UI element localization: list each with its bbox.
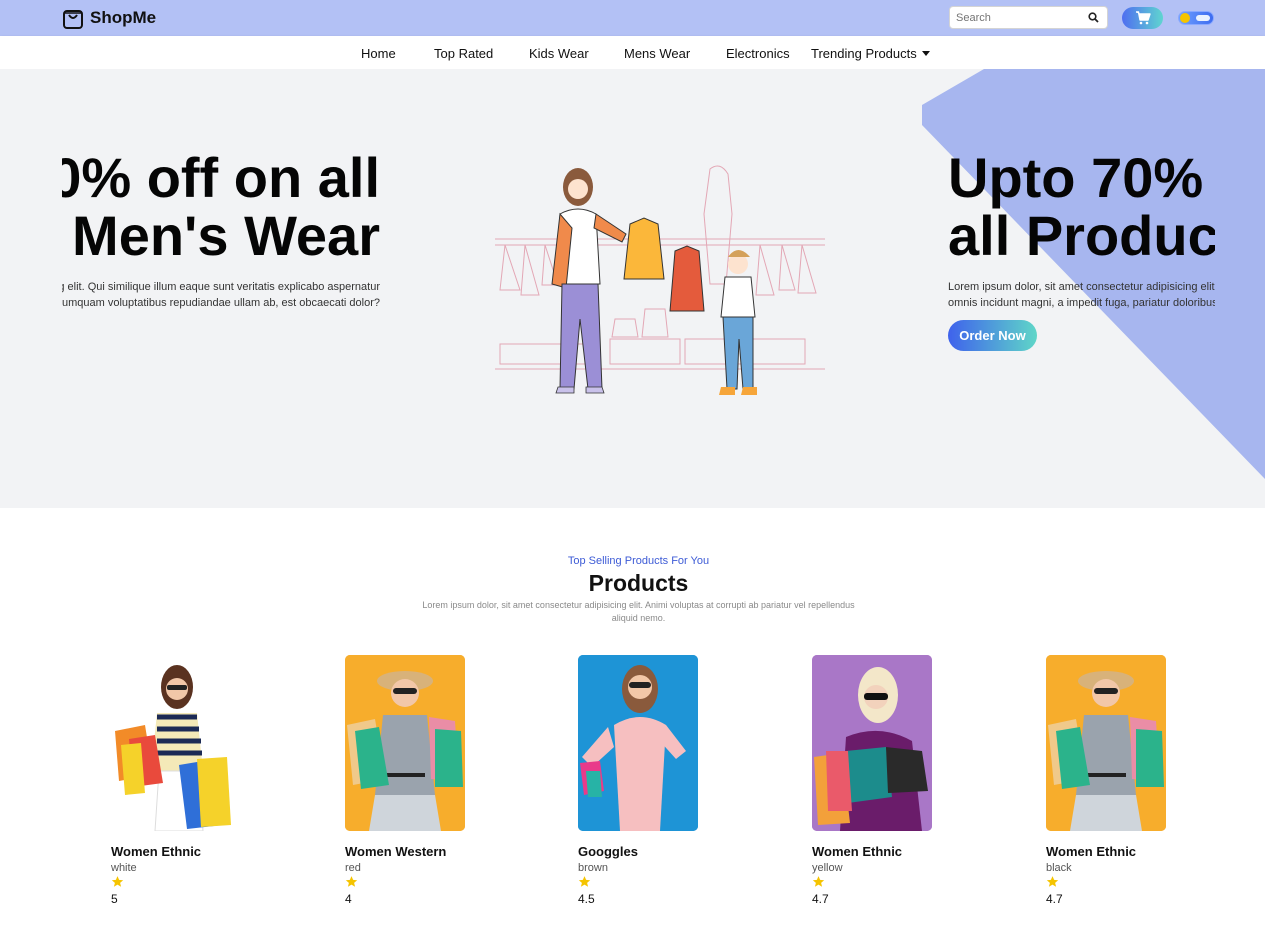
product-card[interactable]: Women Ethnic black 4.7 — [1046, 655, 1196, 915]
section-subtitle: Top Selling Products For You — [567, 555, 710, 567]
brand-logo[interactable]: ShopMe — [62, 6, 156, 30]
hero-title-line1: Upto 50% off on all — [62, 146, 380, 209]
product-color: red — [345, 862, 361, 874]
product-image[interactable] — [812, 655, 932, 831]
cart-button[interactable] — [1122, 7, 1163, 29]
product-color: yellow — [812, 862, 843, 874]
cloud-icon — [1196, 15, 1210, 21]
product-name: Women Ethnic — [812, 844, 903, 859]
hero-title-line1: Upto 70% off on — [948, 146, 1215, 209]
brand-name: ShopMe — [90, 8, 157, 27]
cart-icon — [1135, 11, 1151, 25]
search-box — [949, 6, 1108, 29]
search-icon[interactable] — [1088, 12, 1099, 23]
star-icon — [1046, 876, 1059, 887]
nav-item-home[interactable]: Home — [361, 46, 396, 61]
product-rating: 4 — [345, 892, 352, 906]
section-title: Products — [588, 570, 689, 596]
main-nav: Home Top Rated Kids Wear Mens Wear Elect… — [0, 36, 1265, 69]
product-image[interactable] — [578, 655, 698, 831]
section-description: Lorem ipsum dolor, sit amet consectetur … — [400, 599, 877, 625]
product-card[interactable]: Women Western red 4 — [345, 655, 495, 915]
section-description-line1: Lorem ipsum dolor, sit amet consectetur … — [422, 600, 855, 610]
hero-slide-previous: Upto 50% off on all Men's Wear Lorem ips… — [62, 69, 380, 508]
product-image[interactable] — [345, 655, 465, 831]
star-icon — [111, 876, 124, 887]
nav-item-electronics[interactable]: Electronics — [726, 46, 790, 61]
theme-toggle[interactable] — [1178, 11, 1214, 25]
top-bar: ShopMe — [0, 0, 1265, 36]
product-name: Women Ethnic — [1046, 844, 1137, 859]
sun-icon — [1180, 13, 1190, 23]
hero-desc-line1: Lorem ipsum dolor sit amet consectetur a… — [62, 281, 380, 293]
product-image[interactable] — [1046, 655, 1166, 831]
product-card[interactable]: Women Ethnic white 5 — [111, 655, 261, 915]
product-rating: 5 — [111, 892, 118, 906]
star-icon — [812, 876, 825, 887]
shopping-bag-icon — [63, 10, 83, 29]
trending-products-label: Trending Products — [811, 46, 917, 61]
product-card[interactable]: Women Ethnic yellow 4.7 — [812, 655, 962, 915]
product-card[interactable]: Googgles brown 4.5 — [578, 655, 728, 915]
product-color: white — [111, 862, 137, 874]
nav-item-kids-wear[interactable]: Kids Wear — [529, 46, 589, 61]
hero-desc-line2: omnis incidunt magni, a impedit fuga, nu… — [62, 297, 380, 309]
hero-title-line2: Men's Wear — [72, 204, 380, 267]
star-icon — [578, 876, 591, 887]
nav-item-mens-wear[interactable]: Mens Wear — [624, 46, 690, 61]
nav-item-trending-products[interactable]: Trending Products — [811, 46, 930, 61]
product-rating: 4.7 — [1046, 892, 1063, 906]
product-color: black — [1046, 862, 1072, 874]
hero-title-line2: all Products Sale — [948, 204, 1215, 267]
product-rating: 4.5 — [578, 892, 595, 906]
caret-down-icon — [921, 51, 930, 56]
star-icon — [345, 876, 358, 887]
hero-desc-line2: omnis incidunt magni, a impedit fuga, pa… — [948, 297, 1215, 309]
product-rating: 4.7 — [812, 892, 829, 906]
hero-desc-line1: Lorem ipsum dolor, sit amet consectetur … — [948, 281, 1215, 293]
shopping-illustration — [495, 165, 825, 395]
section-description-line2: aliquid nemo. — [611, 613, 666, 623]
product-image[interactable] — [111, 655, 231, 831]
nav-item-top-rated[interactable]: Top Rated — [434, 46, 493, 61]
product-name: Googgles — [578, 844, 638, 859]
search-input[interactable] — [956, 10, 1081, 26]
product-name: Women Ethnic — [111, 844, 202, 859]
hero-carousel: Upto 50% off on all Men's Wear Lorem ips… — [0, 69, 1265, 508]
hero-slide-current: Upto 70% off on all Products Sale Lorem … — [948, 69, 1215, 508]
product-name: Women Western — [345, 844, 447, 859]
product-color: brown — [578, 862, 608, 874]
order-now-button[interactable]: Order Now — [948, 320, 1037, 351]
